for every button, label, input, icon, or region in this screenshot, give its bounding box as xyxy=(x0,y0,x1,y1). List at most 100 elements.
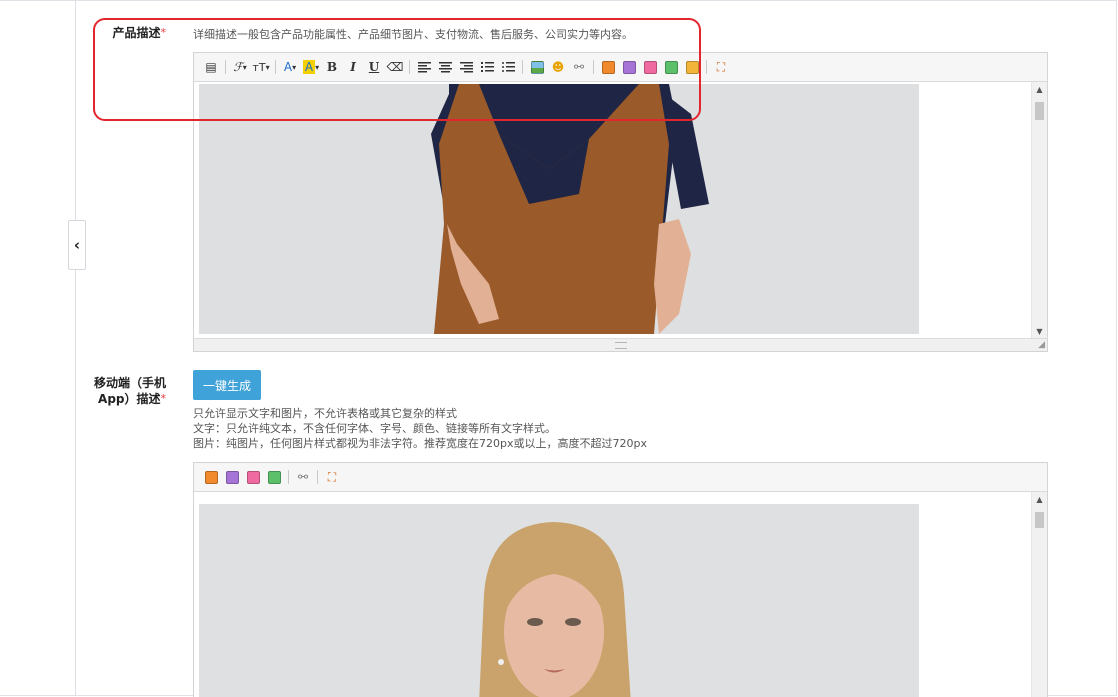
module-button-1[interactable] xyxy=(599,58,617,76)
toolbar-separator xyxy=(275,60,276,74)
product-desc-hint: 详细描述一般包含产品功能属性、产品细节图片、支付物流、售后服务、公司实力等内容。 xyxy=(193,28,633,41)
corner-resize-icon[interactable]: ◢ xyxy=(1038,340,1045,350)
scroll-thumb[interactable] xyxy=(1035,512,1044,528)
bg-color-button[interactable]: A ▾ xyxy=(302,58,320,76)
ordered-list-icon xyxy=(480,62,494,72)
emoji-button[interactable]: ☻ xyxy=(549,58,567,76)
toolbar-separator xyxy=(409,60,410,74)
product-desc-label: 产品描述* xyxy=(100,25,166,41)
mobile-module-button-4[interactable] xyxy=(265,468,283,486)
dropdown-arrow-icon: ▾ xyxy=(292,62,297,72)
chevron-left-icon: ‹ xyxy=(73,236,81,254)
module-green-icon xyxy=(267,470,281,484)
editor-toolbar: ▤ ℱ ▾ ᴛT ▾ A ▾ A ▾ B I U ⌫ ☻ ⚯ ⛶ xyxy=(194,53,1047,82)
image-icon xyxy=(530,60,544,74)
toolbar-separator xyxy=(225,60,226,74)
mobile-editor-toolbar: ⚯ ⛶ xyxy=(194,463,1047,492)
one-click-generate-button[interactable]: 一键生成 xyxy=(193,370,261,400)
module-orange-icon xyxy=(204,470,218,484)
mobile-fullscreen-button[interactable]: ⛶ xyxy=(323,468,341,486)
left-rail xyxy=(75,0,76,696)
dropdown-arrow-icon: ▾ xyxy=(242,62,247,72)
toolbar-separator xyxy=(317,470,318,484)
italic-icon: I xyxy=(350,60,356,74)
align-left-icon xyxy=(417,62,431,73)
link-icon: ⚯ xyxy=(573,60,585,74)
emoji-icon: ☻ xyxy=(551,60,565,74)
link-button[interactable]: ⚯ xyxy=(570,58,588,76)
resize-grip-icon xyxy=(614,342,627,349)
product-desc-content[interactable] xyxy=(194,82,1047,338)
fullscreen-icon: ⛶ xyxy=(716,59,726,74)
module-purple-icon xyxy=(225,470,239,484)
mobile-desc-editor: ⚯ ⛶ ▲ xyxy=(193,462,1048,697)
toolbar-separator xyxy=(706,60,707,74)
bg-color-icon: A xyxy=(302,60,316,74)
editor-resize-bar[interactable]: ◢ xyxy=(194,338,1047,351)
font-color-button[interactable]: A ▾ xyxy=(281,58,299,76)
align-right-button[interactable] xyxy=(457,58,475,76)
unordered-list-button[interactable] xyxy=(499,58,517,76)
mobile-editor-scrollbar[interactable]: ▲ xyxy=(1031,492,1047,697)
eraser-icon: ⌫ xyxy=(386,60,404,74)
scroll-up-icon[interactable]: ▲ xyxy=(1032,492,1047,506)
mobile-desc-content[interactable] xyxy=(194,492,1047,697)
editor-scrollbar[interactable]: ▲ ▼ xyxy=(1031,82,1047,338)
mobile-hint-3: 图片：纯图片，任何图片样式都视为非法字符。推荐宽度在720px或以上，高度不超过… xyxy=(193,437,647,450)
mobile-desc-label-line1: 移动端（手机 xyxy=(93,376,166,390)
mobile-module-button-3[interactable] xyxy=(244,468,262,486)
mobile-desc-label-line2: App）描述 xyxy=(98,392,161,406)
model-portrait-image xyxy=(199,504,919,697)
mobile-link-button[interactable]: ⚯ xyxy=(294,468,312,486)
source-code-icon[interactable]: ▤ xyxy=(202,58,220,76)
insert-image-button[interactable] xyxy=(528,58,546,76)
align-right-icon xyxy=(459,62,473,73)
product-desc-editor: ▤ ℱ ▾ ᴛT ▾ A ▾ A ▾ B I U ⌫ ☻ ⚯ ⛶ ▲ ▼ ◢ xyxy=(193,52,1048,352)
module-pink-icon xyxy=(643,60,657,74)
required-mark: * xyxy=(160,392,167,405)
mobile-desc-label: 移动端（手机 App）描述* xyxy=(86,375,166,407)
underline-icon: U xyxy=(368,60,380,74)
product-desc-label-text: 产品描述 xyxy=(112,26,161,40)
align-center-icon xyxy=(438,62,452,73)
font-family-button[interactable]: ℱ ▾ xyxy=(231,58,249,76)
required-mark: * xyxy=(160,26,167,39)
scroll-thumb[interactable] xyxy=(1035,102,1044,120)
module-button-4[interactable] xyxy=(662,58,680,76)
module-pink-icon xyxy=(246,470,260,484)
unordered-list-icon xyxy=(501,62,515,72)
toolbar-separator xyxy=(593,60,594,74)
module-purple-icon xyxy=(622,60,636,74)
bold-button[interactable]: B xyxy=(323,58,341,76)
align-left-button[interactable] xyxy=(415,58,433,76)
module-orange-icon xyxy=(601,60,615,74)
font-size-button[interactable]: ᴛT ▾ xyxy=(252,58,270,76)
mobile-module-button-2[interactable] xyxy=(223,468,241,486)
dropdown-arrow-icon: ▾ xyxy=(265,62,270,72)
toolbar-separator xyxy=(288,470,289,484)
ordered-list-button[interactable] xyxy=(478,58,496,76)
dropdown-arrow-icon: ▾ xyxy=(315,62,320,72)
font-size-icon: ᴛT xyxy=(252,60,266,74)
module-yellow-icon xyxy=(685,60,699,74)
scroll-down-icon[interactable]: ▼ xyxy=(1032,324,1047,338)
underline-button[interactable]: U xyxy=(365,58,383,76)
module-button-5[interactable] xyxy=(683,58,701,76)
product-photo-image xyxy=(199,84,919,334)
bold-icon: B xyxy=(326,60,338,74)
scroll-up-icon[interactable]: ▲ xyxy=(1032,82,1047,96)
font-family-icon: ℱ xyxy=(233,60,243,74)
fullscreen-button[interactable]: ⛶ xyxy=(712,58,730,76)
italic-button[interactable]: I xyxy=(344,58,362,76)
link-icon: ⚯ xyxy=(297,470,309,484)
module-button-3[interactable] xyxy=(641,58,659,76)
fullscreen-icon: ⛶ xyxy=(327,469,337,484)
mobile-module-button-1[interactable] xyxy=(202,468,220,486)
eraser-button[interactable]: ⌫ xyxy=(386,58,404,76)
font-color-icon: A xyxy=(283,60,293,74)
toolbar-separator xyxy=(522,60,523,74)
module-green-icon xyxy=(664,60,678,74)
module-button-2[interactable] xyxy=(620,58,638,76)
align-center-button[interactable] xyxy=(436,58,454,76)
collapse-sidebar-button[interactable]: ‹ xyxy=(68,220,86,270)
